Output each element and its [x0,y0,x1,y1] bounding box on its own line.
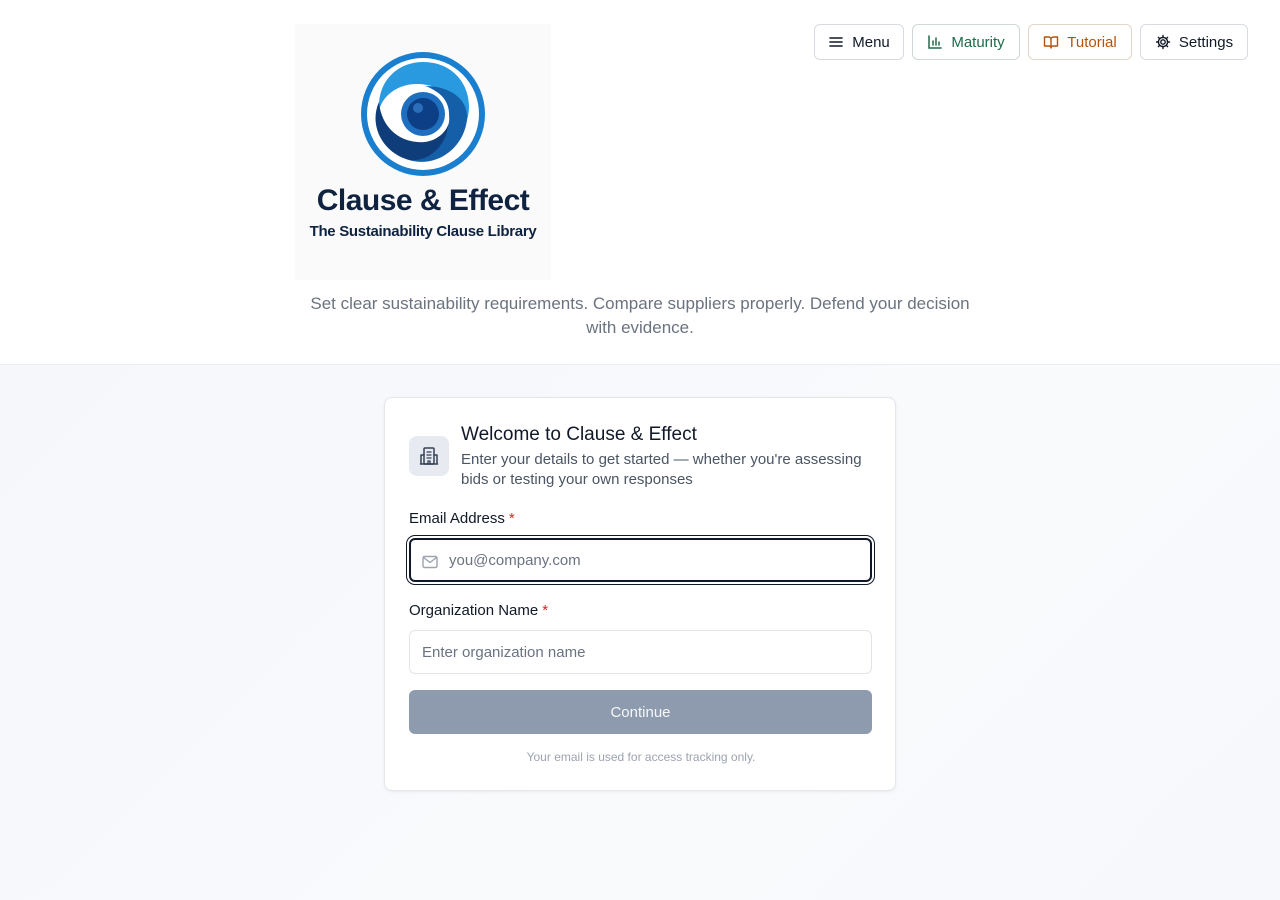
settings-label: Settings [1178,33,1234,51]
required-marker: * [508,510,515,527]
card-description: Enter your details to get started — whet… [461,451,862,488]
swirl-logo-icon [361,52,485,176]
org-label-text: Organization Name [409,602,539,619]
email-label-text: Email Address [409,510,505,527]
logo: Clause & Effect The Sustainability Claus… [295,24,551,280]
org-input[interactable] [422,631,862,673]
gear-icon [1155,34,1171,50]
tutorial-button[interactable]: Tutorial [1028,24,1132,60]
org-field[interactable] [409,630,872,674]
mail-icon [422,555,438,569]
privacy-note: Your email is used for access tracking o… [526,750,756,764]
tutorial-label: Tutorial [1067,33,1117,51]
welcome-card: Welcome to Clause & Effect Enter your de… [384,397,896,791]
book-open-icon [1044,36,1059,49]
menu-button[interactable]: Menu [814,24,904,60]
maturity-label: Maturity [951,33,1005,51]
email-field[interactable] [409,538,872,582]
logo-title: Clause & Effect [316,184,530,217]
building-icon [409,436,449,476]
menu-label: Menu [852,33,890,51]
email-input[interactable] [449,540,859,580]
main-area: Welcome to Clause & Effect Enter your de… [0,365,1280,900]
tagline: Set clear sustainability requirements. C… [310,294,970,337]
required-marker: * [542,602,549,619]
page-header: Clause & Effect The Sustainability Claus… [0,0,1280,365]
bar-chart-icon [928,35,943,49]
email-label: Email Address * [409,510,515,527]
card-title: Welcome to Clause & Effect [461,424,697,445]
settings-button[interactable]: Settings [1140,24,1248,60]
org-label: Organization Name * [409,602,548,619]
continue-button[interactable]: Continue [409,690,872,734]
menu-icon [829,37,844,47]
logo-subtitle: The Sustainability Clause Library [309,223,537,240]
maturity-button[interactable]: Maturity [912,24,1020,60]
